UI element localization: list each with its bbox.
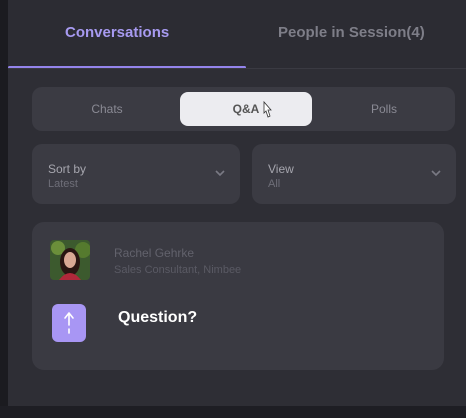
user-role: Sales Consultant, Nimbee [114,264,242,276]
sort-by-dropdown[interactable]: Sort by Latest [32,144,240,204]
window-frame-bottom [0,406,466,418]
view-value: All [268,178,281,190]
avatar [50,240,90,280]
user-name: Rachel Gehrke [114,246,195,260]
segment-chats[interactable]: Chats [42,92,172,126]
sort-by-label: Sort by [48,162,87,176]
view-switcher: Chats Q&A Polls [32,87,455,131]
panel-tabs: Conversations People in Session(4) [8,0,466,69]
mouse-cursor-icon [263,100,272,118]
chevron-down-icon [431,170,441,177]
tab-conversations[interactable]: Conversations [65,24,169,41]
question-card: Rachel Gehrke Sales Consultant, Nimbee Q… [32,222,444,370]
window-frame-left [0,0,8,418]
upvote-arrow-icon [64,312,74,334]
view-dropdown[interactable]: View All [252,144,456,204]
question-text: Question? [118,309,198,326]
view-label: View [268,162,294,176]
sort-by-value: Latest [48,178,78,190]
conversations-panel: Conversations People in Session(4) Chats… [8,0,466,406]
chevron-down-icon [215,170,225,177]
upvote-button[interactable] [52,304,86,342]
segment-qa[interactable]: Q&A [180,92,312,126]
tabs-divider [8,68,466,69]
tab-people-in-session[interactable]: People in Session(4) [278,24,425,41]
user-avatar-image [50,240,90,280]
segment-polls[interactable]: Polls [322,92,446,126]
